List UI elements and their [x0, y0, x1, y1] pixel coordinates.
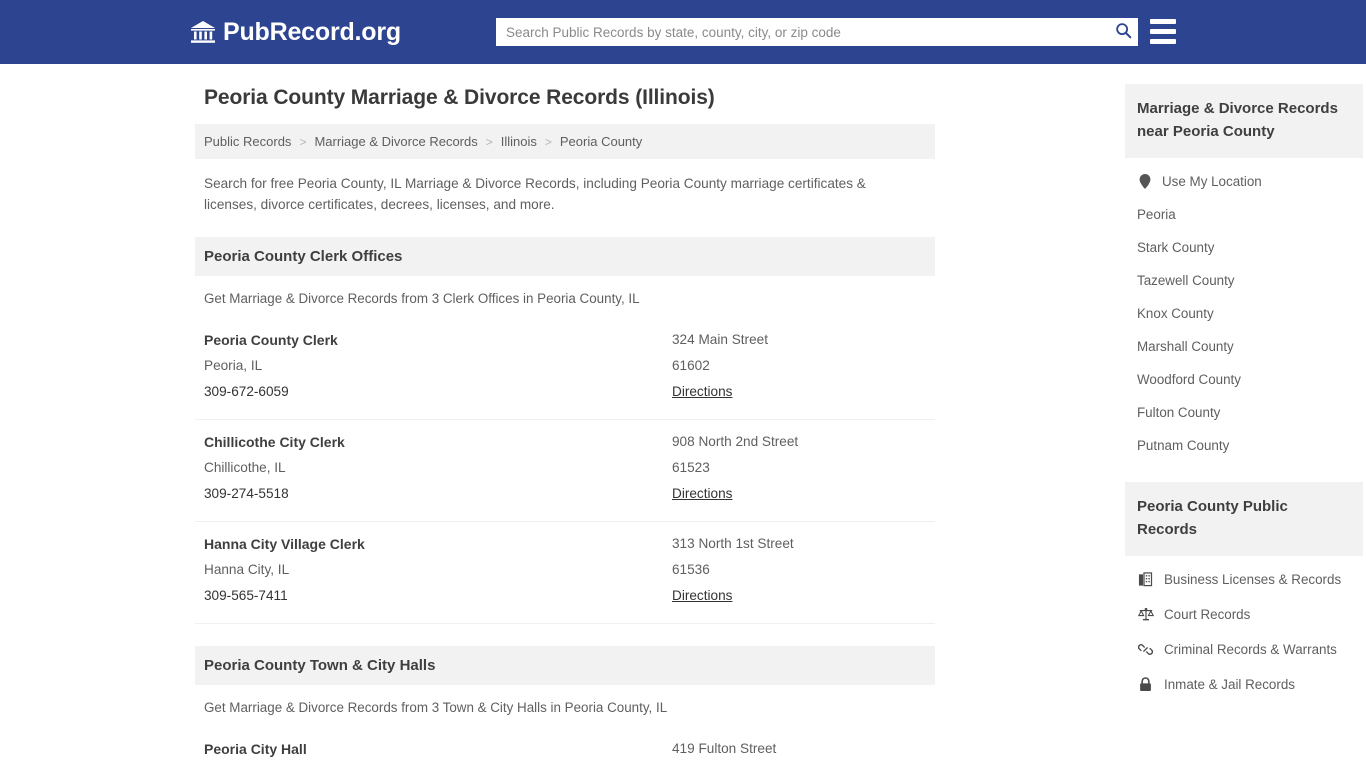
listing-city: Peoria, IL [204, 762, 672, 768]
section-subtext-town-city-halls: Get Marriage & Divorce Records from 3 To… [204, 700, 668, 715]
sidebar-item-knox-county[interactable]: Knox County [1125, 297, 1363, 330]
sidebar-item-label: Knox County [1137, 306, 1214, 321]
site-header: PubRecord.org [0, 0, 1366, 64]
listing-zip: 61602 [672, 358, 710, 373]
sidebar-item-tazewell-county[interactable]: Tazewell County [1125, 264, 1363, 297]
sidebar-heading-public-records: Peoria County Public Records [1125, 482, 1363, 556]
sidebar-item-label: Court Records [1164, 607, 1251, 622]
breadcrumb: Public Records > Marriage & Divorce Reco… [195, 124, 935, 159]
sidebar-item-label: Stark County [1137, 240, 1215, 255]
listing-left-column: Hanna City Village Clerk Hanna City, IL … [204, 531, 672, 609]
sidebar-item-label: Marshall County [1137, 339, 1234, 354]
listing-zip: 61523 [672, 460, 710, 475]
sidebar-item-label: Peoria [1137, 207, 1176, 222]
listing-right-column: 313 North 1st Street 61536 Directions [672, 531, 926, 609]
sidebar-item-label: Putnam County [1137, 438, 1230, 453]
listing-zip: 61602 [672, 762, 926, 768]
listing-name: Chillicothe City Clerk [204, 434, 345, 450]
sidebar-item-label: Criminal Records & Warrants [1164, 642, 1337, 657]
sidebar-nearby-list: Use My Location Peoria Stark County Taze… [1125, 158, 1363, 462]
listing-address: 324 Main Street [672, 332, 768, 347]
search-button[interactable] [1108, 18, 1138, 46]
listing-directions-link[interactable]: Directions [672, 481, 732, 507]
sidebar-item-stark-county[interactable]: Stark County [1125, 231, 1363, 264]
sidebar-item-fulton-county[interactable]: Fulton County [1125, 396, 1363, 429]
breadcrumb-item-public-records[interactable]: Public Records [204, 134, 291, 149]
sidebar-item-criminal-records-warrants[interactable]: Criminal Records & Warrants [1125, 632, 1363, 667]
map-pin-icon [1137, 173, 1153, 189]
listing-left-column: Chillicothe City Clerk Chillicothe, IL 3… [204, 429, 672, 507]
breadcrumb-item-illinois[interactable]: Illinois [501, 134, 537, 149]
sidebar-item-label: Business Licenses & Records [1164, 572, 1342, 587]
listing-left-column: Peoria County Clerk Peoria, IL 309-672-6… [204, 327, 672, 405]
bank-building-icon [190, 20, 216, 44]
breadcrumb-separator: > [544, 134, 552, 149]
hamburger-menu-icon[interactable] [1150, 19, 1176, 44]
sidebar-item-label: Inmate & Jail Records [1164, 677, 1295, 692]
chain-link-icon [1137, 641, 1154, 658]
sidebar-item-peoria[interactable]: Peoria [1125, 198, 1363, 231]
page-body: Peoria County Marriage & Divorce Records… [0, 64, 1366, 768]
listing-address: 908 North 2nd Street [672, 434, 799, 449]
listing-directions-link[interactable]: Directions [672, 583, 732, 609]
scales-of-justice-icon [1137, 606, 1154, 623]
page-title: Peoria County Marriage & Divorce Records… [204, 86, 715, 109]
sidebar-heading-nearby: Marriage & Divorce Records near Peoria C… [1125, 84, 1363, 158]
sidebar: Marriage & Divorce Records near Peoria C… [1125, 64, 1363, 768]
breadcrumb-separator: > [299, 134, 307, 149]
listing-right-column: 324 Main Street 61602 Directions [672, 327, 926, 405]
main-content: Peoria County Marriage & Divorce Records… [195, 64, 935, 768]
site-logo-link[interactable]: PubRecord.org [190, 18, 401, 47]
hamburger-bar [1150, 39, 1176, 44]
listing-item: Hanna City Village Clerk Hanna City, IL … [195, 522, 935, 624]
listing-city: Hanna City, IL [204, 562, 290, 577]
breadcrumb-item-marriage-divorce-records[interactable]: Marriage & Divorce Records [314, 134, 477, 149]
padlock-icon [1137, 676, 1154, 693]
site-brand-name: PubRecord.org [223, 17, 401, 46]
sidebar-item-label: Tazewell County [1137, 273, 1235, 288]
listing-phone: 309-565-7411 [204, 588, 288, 603]
listing-phone: 309-274-5518 [204, 486, 289, 501]
listing-item: Chillicothe City Clerk Chillicothe, IL 3… [195, 420, 935, 522]
sidebar-item-use-my-location[interactable]: Use My Location [1125, 164, 1363, 198]
sidebar-item-label: Use My Location [1162, 173, 1262, 189]
building-icon [1137, 571, 1154, 588]
section-heading-town-city-halls: Peoria County Town & City Halls [195, 646, 935, 685]
hamburger-bar [1150, 19, 1176, 24]
section-heading-clerk-offices: Peoria County Clerk Offices [195, 237, 935, 276]
listing-name: Hanna City Village Clerk [204, 536, 365, 552]
breadcrumb-item-peoria-county: Peoria County [559, 134, 643, 149]
listing-directions-link[interactable]: Directions [672, 379, 732, 405]
listing-right-column: 908 North 2nd Street 61523 Directions [672, 429, 926, 507]
listing-left-column: Peoria City Hall Peoria, IL 309-494-8640 [204, 736, 672, 768]
listing-phone: 309-672-6059 [204, 384, 289, 399]
sidebar-item-marshall-county[interactable]: Marshall County [1125, 330, 1363, 363]
sidebar-item-business-licenses-records[interactable]: Business Licenses & Records [1125, 562, 1363, 597]
section-subtext-clerk-offices: Get Marriage & Divorce Records from 3 Cl… [204, 291, 640, 306]
sidebar-item-putnam-county[interactable]: Putnam County [1125, 429, 1363, 462]
listing-zip: 61536 [672, 562, 710, 577]
listing-item: Peoria County Clerk Peoria, IL 309-672-6… [195, 318, 935, 420]
search-bar [496, 18, 1138, 46]
search-icon [1115, 22, 1132, 42]
listing-address: 313 North 1st Street [672, 536, 794, 551]
listing-item: Peoria City Hall Peoria, IL 309-494-8640… [195, 727, 935, 768]
sidebar-item-inmate-jail-records[interactable]: Inmate & Jail Records [1125, 667, 1363, 702]
page-intro-text: Search for free Peoria County, IL Marria… [204, 176, 866, 212]
sidebar-item-label: Fulton County [1137, 405, 1221, 420]
sidebar-public-records-list: Business Licenses & Records Court Record… [1125, 556, 1363, 702]
sidebar-item-woodford-county[interactable]: Woodford County [1125, 363, 1363, 396]
search-input[interactable] [496, 19, 1108, 45]
listing-name: Peoria City Hall [204, 741, 307, 757]
listing-name: Peoria County Clerk [204, 332, 338, 348]
listing-city: Peoria, IL [204, 358, 263, 373]
sidebar-item-label: Woodford County [1137, 372, 1241, 387]
listing-city: Chillicothe, IL [204, 460, 286, 475]
breadcrumb-separator: > [485, 134, 493, 149]
listing-right-column: 419 Fulton Street 61602 Directions [672, 736, 926, 768]
listing-address: 419 Fulton Street [672, 741, 777, 756]
hamburger-bar [1150, 29, 1176, 34]
sidebar-item-court-records[interactable]: Court Records [1125, 597, 1363, 632]
